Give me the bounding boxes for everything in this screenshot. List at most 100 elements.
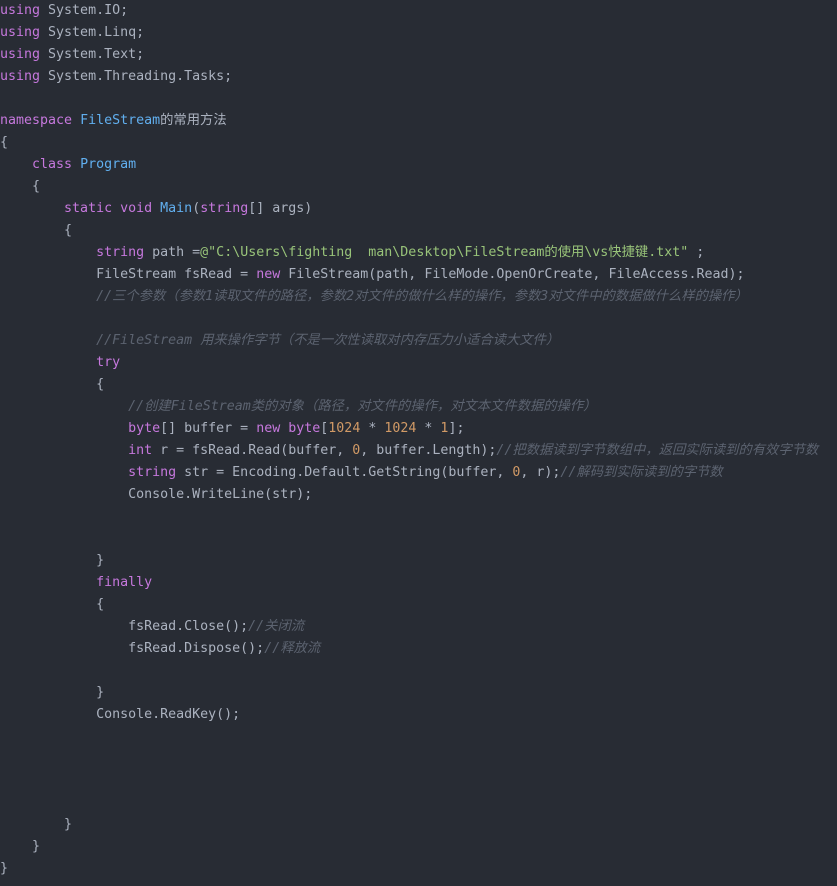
code-token: namespace: [0, 113, 73, 128]
code-line[interactable]: {: [0, 132, 8, 154]
code-line[interactable]: int r = fsRead.Read(buffer, 0, buffer.Le…: [0, 440, 818, 462]
code-token: try: [96, 355, 121, 370]
code-line[interactable]: }: [0, 550, 104, 572]
code-token: ;: [688, 245, 705, 260]
code-line[interactable]: Console.WriteLine(str);: [0, 484, 312, 506]
code-token: r = fsRead.Read(buffer,: [152, 443, 353, 458]
code-token: string: [96, 245, 145, 260]
code-line[interactable]: fsRead.Close();//关闭流: [0, 616, 304, 638]
code-token: }: [0, 839, 41, 854]
code-comment: //解码到实际读到的字节数: [560, 465, 723, 480]
code-line[interactable]: using System.IO;: [0, 0, 128, 22]
code-token: , buffer.Length);: [360, 443, 497, 458]
code-line[interactable]: {: [0, 220, 72, 242]
code-token: , r);: [520, 465, 561, 480]
code-token: static: [64, 201, 113, 216]
code-token: System.Linq;: [40, 25, 145, 40]
code-token: {: [0, 377, 105, 392]
code-line[interactable]: Console.ReadKey();: [0, 704, 240, 726]
code-comment: //FileStream 用来操作字节（不是一次性读取对内存压力小适合读大文件）: [96, 333, 560, 348]
code-token: Main: [160, 201, 193, 216]
code-line[interactable]: finally: [0, 572, 152, 594]
code-token: *: [360, 421, 385, 436]
code-token: class: [32, 157, 73, 172]
code-line[interactable]: string str = Encoding.Default.GetString(…: [0, 462, 723, 484]
code-line[interactable]: }: [0, 814, 72, 836]
code-token: }: [0, 861, 9, 876]
code-line[interactable]: using System.Threading.Tasks;: [0, 66, 232, 88]
code-token: {: [0, 135, 9, 150]
code-token: string: [128, 465, 177, 480]
code-line[interactable]: fsRead.Dispose();//释放流: [0, 638, 320, 660]
code-token: new: [256, 421, 281, 436]
code-token: System.Text;: [40, 47, 145, 62]
code-line[interactable]: try: [0, 352, 120, 374]
code-line[interactable]: FileStream fsRead = new FileStream(path,…: [0, 264, 745, 286]
code-token: {: [0, 179, 41, 194]
code-line[interactable]: {: [0, 374, 104, 396]
code-line[interactable]: }: [0, 836, 40, 858]
code-token: }: [0, 817, 73, 832]
code-line[interactable]: //三个参数（参数1读取文件的路径，参数2对文件的做什么样的操作，参数3对文件中…: [0, 286, 748, 308]
code-comment: //释放流: [264, 641, 321, 656]
code-token: Console.WriteLine(str);: [0, 487, 313, 502]
code-line[interactable]: using System.Linq;: [0, 22, 144, 44]
code-line[interactable]: //创建FileStream类的对象（路径，对文件的操作，对文本文件数据的操作）: [0, 396, 596, 418]
code-token: }: [0, 553, 105, 568]
code-line[interactable]: static void Main(string[] args): [0, 198, 312, 220]
code-token: fsRead.Dispose();: [0, 641, 265, 656]
code-comment: //关闭流: [248, 619, 305, 634]
code-token: str = Encoding.Default.GetString(buffer,: [176, 465, 513, 480]
code-token: System.Threading.Tasks;: [40, 69, 233, 84]
code-token: path =: [144, 245, 201, 260]
code-token: string: [200, 201, 249, 216]
code-token: using: [0, 47, 41, 62]
code-token: Console.ReadKey();: [0, 707, 241, 722]
code-editor[interactable]: using System.IO; using System.Linq; using …: [0, 0, 837, 886]
code-token: {: [0, 597, 105, 612]
code-token: {: [0, 223, 73, 238]
code-line[interactable]: //FileStream 用来操作字节（不是一次性读取对内存压力小适合读大文件）: [0, 330, 559, 352]
code-token: new: [256, 267, 281, 282]
code-line[interactable]: }: [0, 858, 8, 880]
code-line[interactable]: class Program: [0, 154, 136, 176]
code-token: FileStream: [80, 113, 161, 128]
code-token: 1024: [328, 421, 361, 436]
code-token: byte: [288, 421, 321, 436]
code-token: 的常用方法: [160, 113, 227, 128]
code-token: void: [120, 201, 153, 216]
code-token: 1024: [384, 421, 417, 436]
code-token: using: [0, 69, 41, 84]
code-token: FileStream(path, FileMode.OpenOrCreate, …: [280, 267, 745, 282]
code-comment: //创建FileStream类的对象（路径，对文件的操作，对文本文件数据的操作）: [128, 399, 597, 414]
code-token: using: [0, 25, 41, 40]
code-token: [] args): [248, 201, 313, 216]
code-token: System.IO;: [40, 3, 129, 18]
code-line[interactable]: namespace FileStream的常用方法: [0, 110, 227, 132]
code-token: (: [192, 201, 201, 216]
code-line[interactable]: }: [0, 682, 104, 704]
code-token: FileStream fsRead =: [0, 267, 257, 282]
code-line[interactable]: using System.Text;: [0, 44, 144, 66]
code-line[interactable]: byte[] buffer = new byte[1024 * 1024 * 1…: [0, 418, 464, 440]
code-token: using: [0, 3, 41, 18]
code-line[interactable]: {: [0, 176, 40, 198]
code-token: [] buffer =: [160, 421, 257, 436]
code-token: fsRead.Close();: [0, 619, 249, 634]
code-line[interactable]: {: [0, 594, 104, 616]
code-comment: //三个参数（参数1读取文件的路径，参数2对文件的做什么样的操作，参数3对文件中…: [96, 289, 748, 304]
code-line[interactable]: string path =@"C:\Users\fighting man\Des…: [0, 242, 704, 264]
